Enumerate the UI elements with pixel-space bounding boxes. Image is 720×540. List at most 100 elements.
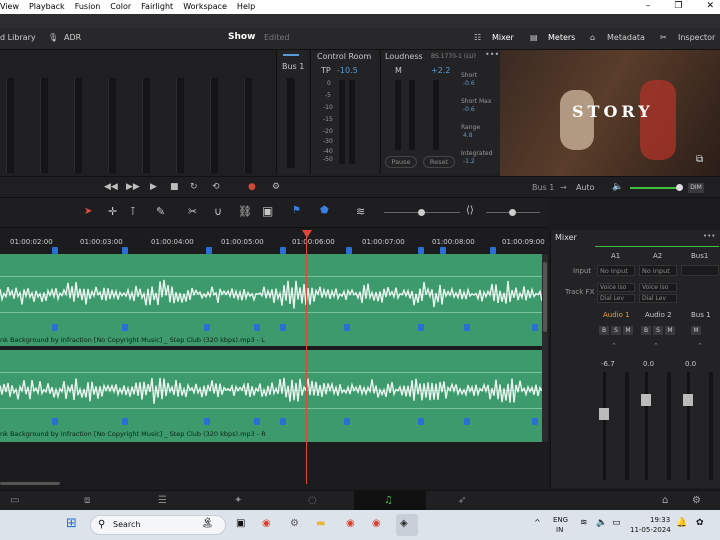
volume-keyframe[interactable] [280, 324, 286, 331]
inspector-icon[interactable]: ✂ [660, 33, 667, 42]
fx-dial-lev-a1[interactable]: Dial Lev [597, 294, 635, 303]
pen-tool-icon[interactable]: ✎ [156, 205, 165, 218]
notification-icon[interactable]: 🔔 [676, 518, 687, 528]
timeline-vscroll-thumb[interactable] [543, 262, 547, 332]
edit-page-icon[interactable]: ☰ [158, 495, 167, 506]
timeline-vscroll[interactable] [542, 254, 548, 442]
horizontal-zoom-icon[interactable]: ⟨⟩ [466, 205, 474, 216]
menu-playback[interactable]: Playback [29, 2, 65, 11]
loudness-options-icon[interactable]: ••• [485, 50, 499, 59]
zoom-slider-knob[interactable] [418, 209, 425, 216]
language-region[interactable]: IN [556, 526, 563, 534]
deliver-page-icon[interactable]: ➶ [458, 495, 466, 506]
volume-knob[interactable] [676, 184, 683, 191]
loop-icon[interactable]: ↻ [190, 182, 198, 192]
stop-icon[interactable]: ■ [170, 182, 179, 192]
solo-button-a2[interactable]: S [653, 326, 663, 335]
start-icon[interactable]: ⊞ [66, 516, 77, 531]
volume-keyframe[interactable] [464, 324, 470, 331]
timeline-empty-area[interactable] [0, 442, 548, 488]
marker-icon[interactable]: ⬟ [320, 205, 329, 216]
bypass-button-a1[interactable]: B [599, 326, 609, 335]
vertical-zoom-knob[interactable] [509, 209, 516, 216]
fx-voice-iso-a1[interactable]: Voice Iso [597, 283, 635, 292]
adr-button[interactable]: ADR [64, 33, 81, 42]
language-primary[interactable]: ENG [553, 516, 568, 524]
metadata-tab[interactable]: Metadata [607, 33, 645, 42]
video-viewer[interactable]: STORY ⧉ [500, 50, 720, 176]
ruler-marker[interactable] [122, 247, 128, 254]
mixer-icon[interactable]: ☷ [474, 33, 481, 42]
pan-a2-icon[interactable]: ⌃ [653, 342, 659, 350]
fader-track-a2[interactable] [645, 372, 648, 480]
fusion-page-icon[interactable]: ✦ [234, 495, 242, 506]
timeline-ruler[interactable]: 01:00:02:00 01:00:03:00 01:00:04:00 01:0… [0, 230, 548, 254]
ruler-marker[interactable] [206, 247, 212, 254]
copilot-icon[interactable]: ✿ [696, 518, 704, 528]
davinci-resolve-icon[interactable]: ◈ [400, 518, 408, 529]
ruler-marker[interactable] [280, 247, 286, 254]
cut-page-icon[interactable]: ⧈ [84, 495, 90, 506]
mixer-options-icon[interactable]: ••• [703, 232, 715, 240]
sound-library-button[interactable]: d Library [0, 33, 36, 42]
search-box[interactable]: ⚲ Search 🏝 [90, 515, 226, 535]
media-page-icon[interactable]: ▭ [10, 495, 19, 506]
color-page-icon[interactable]: ◌ [308, 495, 317, 506]
record-icon[interactable]: ● [248, 182, 256, 192]
tray-overflow-icon[interactable]: ^ [534, 518, 541, 527]
input-a1[interactable]: No Input [597, 265, 635, 276]
volume-keyframe[interactable] [280, 418, 286, 425]
menu-help[interactable]: Help [237, 2, 255, 11]
inspector-tab[interactable]: Inspector [678, 33, 715, 42]
solo-button-a1[interactable]: S [611, 326, 621, 335]
bypass-button-a2[interactable]: B [641, 326, 651, 335]
volume-icon[interactable]: 🔈 [612, 182, 623, 192]
close-button[interactable]: ✕ [706, 1, 714, 11]
waveform-icon[interactable]: ≋ [356, 205, 365, 218]
chrome-icon[interactable]: ◉ [262, 518, 271, 529]
volume-keyframe[interactable] [344, 418, 350, 425]
ruler-marker[interactable] [440, 247, 446, 254]
audio-clip-left[interactable]: nk Background by Infraction [No Copyrigh… [0, 254, 542, 346]
meters-icon[interactable]: ▤ [530, 33, 538, 42]
settings-app-icon[interactable]: ⚙ [290, 518, 299, 529]
volume-keyframe[interactable] [204, 324, 210, 331]
volume-keyframe[interactable] [52, 418, 58, 425]
pan-a1-icon[interactable]: ⌃ [611, 342, 617, 350]
input-a2[interactable]: No Input [639, 265, 677, 276]
menu-fusion[interactable]: Fusion [75, 2, 101, 11]
flag-icon[interactable]: ⚑ [292, 205, 301, 216]
pause-button[interactable]: Pause [385, 156, 417, 168]
viewer-mode-icon[interactable]: ⧉ [696, 154, 703, 165]
speaker-icon[interactable]: 🔈 [596, 518, 607, 528]
mic-icon[interactable]: 🎙 [48, 33, 58, 42]
pointer-tool-icon[interactable]: ➤ [84, 206, 92, 217]
minimize-button[interactable]: – [646, 1, 651, 11]
playhead-handle[interactable] [302, 230, 312, 238]
clock-date[interactable]: 11-05-2024 [630, 526, 671, 534]
volume-keyframe[interactable] [122, 324, 128, 331]
play-icon[interactable]: ▶ [150, 182, 157, 192]
clock-time[interactable]: 19:33 [650, 516, 670, 524]
fader-track-a1[interactable] [603, 372, 606, 480]
chrome-profile2-icon[interactable]: ◉ [372, 518, 381, 529]
ruler-marker[interactable] [490, 247, 496, 254]
volume-keyframe[interactable] [122, 418, 128, 425]
volume-keyframe[interactable] [464, 418, 470, 425]
bus-output[interactable]: Bus 1 [532, 183, 554, 192]
volume-keyframe[interactable] [254, 324, 260, 331]
razor-icon[interactable]: ✂ [188, 205, 197, 218]
fader-a1[interactable] [599, 408, 609, 420]
menu-view[interactable]: View [0, 2, 19, 11]
rewind-icon[interactable]: ◀◀ [104, 182, 118, 192]
mute-button-a2[interactable]: M [665, 326, 675, 335]
playhead[interactable] [306, 230, 307, 484]
meters-tab[interactable]: Meters [548, 33, 575, 42]
output-mode[interactable]: Auto [576, 183, 595, 192]
timeline-hscroll-thumb[interactable] [0, 482, 60, 485]
pan-bus1-icon[interactable]: ⌃ [697, 342, 703, 350]
volume-keyframe[interactable] [52, 324, 58, 331]
task-view-icon[interactable]: ▣ [236, 518, 245, 529]
link-icon[interactable]: ⛓ [238, 205, 252, 218]
dim-button[interactable]: DIM [688, 183, 704, 193]
